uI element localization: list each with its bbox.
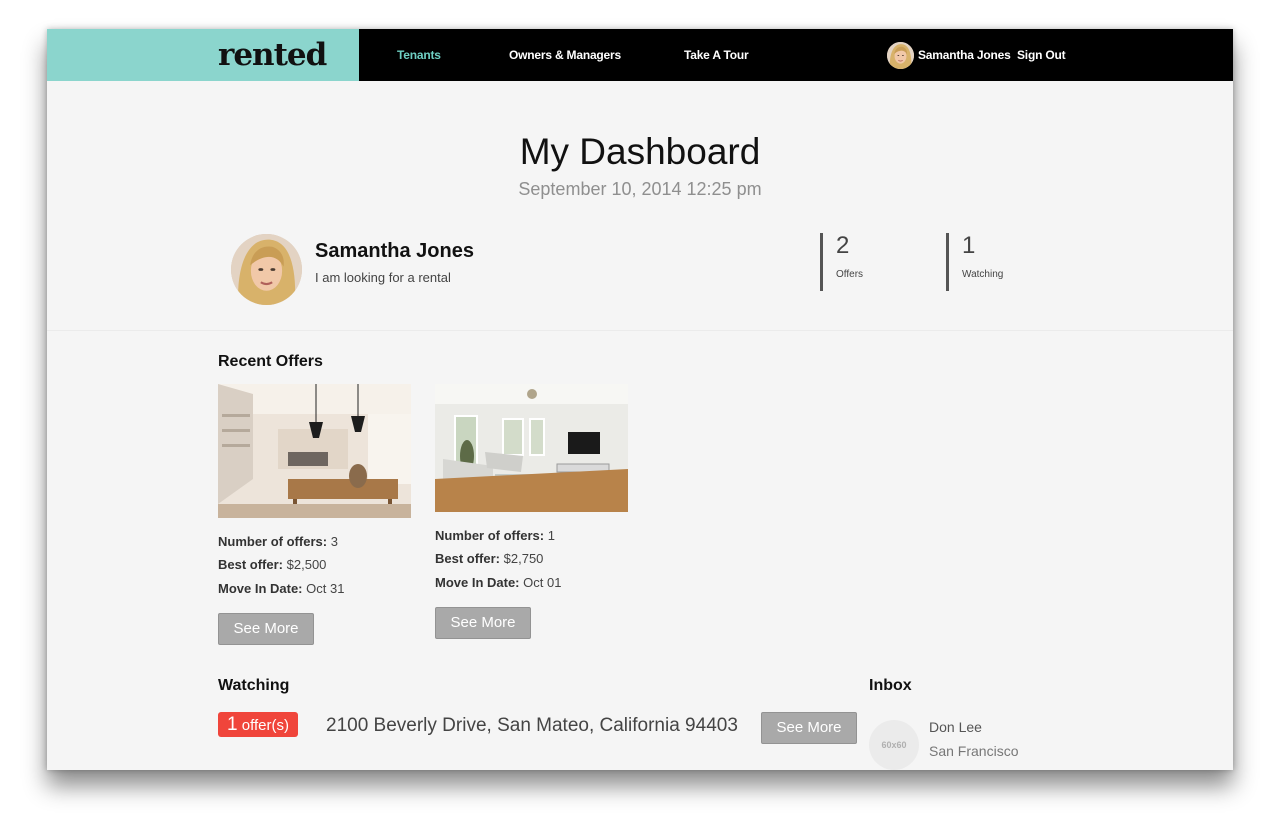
watching-see-more-button[interactable]: See More bbox=[761, 712, 857, 744]
offer-2-move-in: Move In Date: Oct 01 bbox=[435, 575, 561, 590]
offer-2-photo[interactable] bbox=[435, 384, 628, 512]
inbox-sender-thumbnail[interactable]: 60x60 bbox=[869, 720, 919, 770]
offer-2-best-label: Best offer: bbox=[435, 551, 501, 566]
nav-sign-out-link[interactable]: Sign Out bbox=[1017, 48, 1066, 62]
offer-1-count-label: Number of offers: bbox=[218, 534, 328, 549]
stat-watching-label: Watching bbox=[962, 269, 1004, 280]
offer-1-move-value: Oct 31 bbox=[306, 581, 345, 596]
offer-2-count: Number of offers: 1 bbox=[435, 528, 555, 543]
offer-2-count-value: 1 bbox=[547, 528, 555, 543]
inbox-sender-city: San Francisco bbox=[929, 743, 1019, 759]
page-datetime: September 10, 2014 12:25 pm bbox=[518, 179, 762, 199]
offer-2-count-label: Number of offers: bbox=[435, 528, 545, 543]
offer-1-best: Best offer: $2,500 bbox=[218, 557, 326, 572]
nav-user-avatar[interactable] bbox=[887, 42, 914, 69]
offer-1-see-more-button[interactable]: See More bbox=[218, 613, 314, 645]
nav-user-name[interactable]: Samantha Jones bbox=[918, 48, 1011, 62]
nav-tenants-link[interactable]: Tenants bbox=[397, 48, 441, 62]
stat-offers-label: Offers bbox=[836, 269, 864, 280]
profile-avatar bbox=[231, 234, 302, 305]
stat-offers-value: 2 bbox=[836, 232, 850, 259]
profile-name: Samantha Jones bbox=[315, 240, 474, 262]
offer-2-move-label: Move In Date: bbox=[435, 575, 520, 590]
nav-owners-managers-link[interactable]: Owners & Managers bbox=[509, 48, 621, 62]
offers-count-badge[interactable]: 1 offer(s) bbox=[218, 712, 298, 737]
watching-address[interactable]: 2100 Beverly Drive, San Mateo, Californi… bbox=[326, 715, 738, 737]
browser-window: rented Tenants Owners & Managers Take A … bbox=[47, 29, 1233, 770]
page-title: My Dashboard bbox=[519, 131, 761, 172]
top-nav: rented Tenants Owners & Managers Take A … bbox=[47, 29, 1233, 81]
offer-1-photo[interactable] bbox=[218, 384, 411, 518]
offer-1-count: Number of offers: 3 bbox=[218, 534, 338, 549]
section-divider bbox=[47, 330, 1233, 331]
nav-take-a-tour-link[interactable]: Take A Tour bbox=[684, 48, 749, 62]
badge-count: 1 bbox=[227, 714, 238, 735]
offer-1-move-label: Move In Date: bbox=[218, 581, 303, 596]
stat-watching-value: 1 bbox=[962, 232, 976, 259]
profile-status: I am looking for a rental bbox=[315, 270, 451, 285]
inbox-sender-name[interactable]: Don Lee bbox=[929, 719, 982, 735]
brand-logo[interactable]: rented bbox=[218, 37, 327, 73]
watching-heading: Watching bbox=[218, 677, 290, 694]
recent-offers-heading: Recent Offers bbox=[218, 353, 323, 370]
badge-text: offer(s) bbox=[241, 717, 289, 734]
offer-2-best: Best offer: $2,750 bbox=[435, 551, 543, 566]
offer-2-move-value: Oct 01 bbox=[523, 575, 562, 590]
offer-2-see-more-button[interactable]: See More bbox=[435, 607, 531, 639]
brand-block: rented bbox=[47, 29, 359, 81]
offer-2-best-value: $2,750 bbox=[503, 551, 544, 566]
offer-1-count-value: 3 bbox=[330, 534, 338, 549]
offer-1-best-label: Best offer: bbox=[218, 557, 284, 572]
offer-1-best-value: $2,500 bbox=[286, 557, 327, 572]
stat-watching[interactable]: 1 Watching bbox=[946, 233, 1003, 291]
offer-1-move-in: Move In Date: Oct 31 bbox=[218, 581, 344, 596]
inbox-heading: Inbox bbox=[869, 677, 912, 694]
stat-offers[interactable]: 2 Offers bbox=[820, 233, 863, 291]
